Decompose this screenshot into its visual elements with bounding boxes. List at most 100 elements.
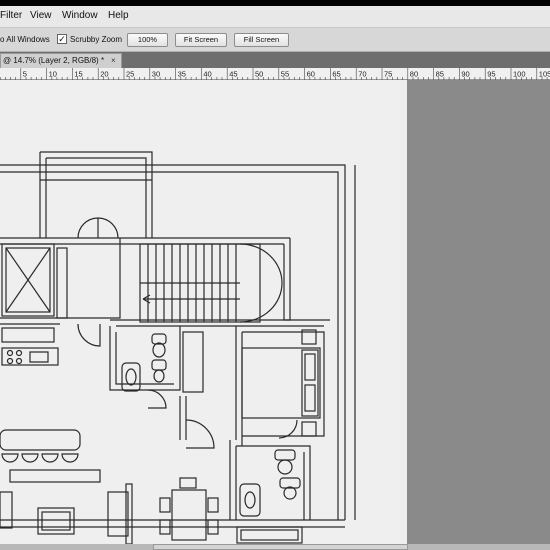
dining-chair — [207, 497, 219, 513]
ruler-label: 40 — [203, 70, 211, 79]
ruler-label: 105 — [539, 70, 550, 79]
wall — [109, 326, 181, 391]
wall — [283, 238, 291, 321]
door-arc — [77, 323, 101, 347]
ruler-label: 60 — [307, 70, 315, 79]
ruler-label: 15 — [74, 70, 82, 79]
ruler-label: 25 — [126, 70, 134, 79]
toilet-bowl — [277, 459, 293, 475]
ruler-label: 65 — [332, 70, 340, 79]
stove-burner — [15, 357, 23, 365]
bar-stool — [21, 453, 39, 463]
ruler-label: 45 — [229, 70, 237, 79]
door-arc — [185, 419, 215, 449]
ruler-label: 100 — [513, 70, 526, 79]
menu-view[interactable]: View — [30, 10, 52, 21]
wall — [229, 440, 237, 520]
ruler-label: 20 — [100, 70, 108, 79]
fill-screen-button[interactable]: Fill Screen — [234, 33, 289, 47]
pasteboard[interactable] — [0, 80, 550, 550]
door-arc — [278, 419, 298, 439]
bidet-bowl — [153, 369, 165, 383]
armchair — [0, 491, 13, 529]
stair-landing — [239, 243, 283, 323]
door-arc — [97, 217, 119, 239]
sink — [29, 351, 49, 363]
ruler-label: 35 — [178, 70, 186, 79]
vanity-inner — [240, 529, 299, 541]
wall — [235, 326, 243, 446]
wall — [179, 396, 187, 440]
basin-bowl — [244, 491, 256, 509]
wall — [0, 238, 121, 319]
document-tab-title: @ 14.7% (Layer 2, RGB/8) * — [3, 56, 105, 65]
checkbox-check-icon: ✓ — [58, 34, 66, 44]
bidet — [151, 359, 167, 371]
ruler-label: 10 — [49, 70, 57, 79]
horizontal-ruler[interactable]: 5 10 15 20 25 30 35 40 45 50 55 60 65 70 75 80 85 90 95 100… — [0, 68, 550, 80]
ruler-label: 90 — [461, 70, 469, 79]
door-arc — [147, 389, 167, 409]
ruler-label: 5 — [23, 70, 27, 79]
document-canvas[interactable] — [0, 80, 407, 545]
sideboard — [9, 469, 101, 483]
horizontal-scrollbar-thumb[interactable] — [153, 544, 408, 550]
wall — [115, 332, 174, 385]
ruler-label: 50 — [255, 70, 263, 79]
dining-chair — [159, 497, 171, 513]
bar-stool — [41, 453, 59, 463]
stair-arrow — [142, 294, 240, 304]
zoom-all-windows-label[interactable]: o All Windows — [0, 35, 50, 44]
balcony-outline — [46, 157, 147, 238]
menu-window[interactable]: Window — [62, 10, 98, 21]
duct — [56, 247, 68, 319]
bed-headboard — [301, 349, 319, 417]
washbasin — [121, 362, 141, 392]
ruler-label: 55 — [281, 70, 289, 79]
pillow — [304, 353, 316, 381]
pillow — [304, 384, 316, 412]
ruler-graphic: 5 10 15 20 25 30 35 40 45 50 55 60 65 70 75 80 85 90 95 100… — [0, 68, 550, 80]
ruler-label: 85 — [436, 70, 444, 79]
bar-stool — [61, 453, 79, 463]
fit-screen-button[interactable]: Fit Screen — [175, 33, 227, 47]
stove-burner — [6, 357, 14, 365]
bar-stool — [1, 453, 19, 463]
dining-chair — [179, 477, 197, 489]
toilet — [274, 449, 296, 461]
ruler-label: 80 — [410, 70, 418, 79]
document-tab-strip: @ 14.7% (Layer 2, RGB/8) * × — [0, 52, 550, 68]
ruler-label: 75 — [384, 70, 392, 79]
dining-table — [171, 489, 207, 541]
ruler-label: 30 — [152, 70, 160, 79]
actual-pixels-button[interactable]: 100% — [127, 33, 168, 47]
basin-bowl — [125, 368, 137, 386]
menu-help[interactable]: Help — [108, 10, 129, 21]
washbasin — [239, 483, 261, 517]
menu-bar: Filter View Window Help — [0, 6, 550, 28]
floor-plan-drawing — [0, 151, 356, 545]
stove-burner — [6, 349, 14, 357]
island-counter — [0, 429, 81, 451]
ruler-label: 95 — [487, 70, 495, 79]
counter — [1, 327, 55, 343]
shower — [182, 331, 204, 393]
shelf — [125, 483, 133, 545]
toilet-bowl — [152, 342, 166, 358]
outer-wall-line — [0, 171, 339, 520]
ruler-label: 70 — [358, 70, 366, 79]
scrubby-zoom-label: Scrubby Zoom — [70, 35, 123, 44]
tab-close-icon[interactable]: × — [111, 54, 116, 68]
elevator-x — [5, 247, 51, 313]
options-bar: o All Windows ✓ Scrubby Zoom 100% Fit Sc… — [0, 28, 550, 52]
document-tab[interactable]: @ 14.7% (Layer 2, RGB/8) * × — [0, 53, 122, 68]
door-arc — [77, 217, 99, 239]
bed — [241, 347, 321, 419]
stove-burner — [15, 349, 23, 357]
nightstand — [301, 421, 317, 437]
bidet-bowl — [283, 486, 297, 500]
shelf — [107, 491, 129, 537]
scrubby-zoom-checkbox[interactable]: ✓ — [57, 34, 67, 44]
menu-filter[interactable]: Filter — [0, 10, 22, 21]
wall — [236, 445, 311, 520]
